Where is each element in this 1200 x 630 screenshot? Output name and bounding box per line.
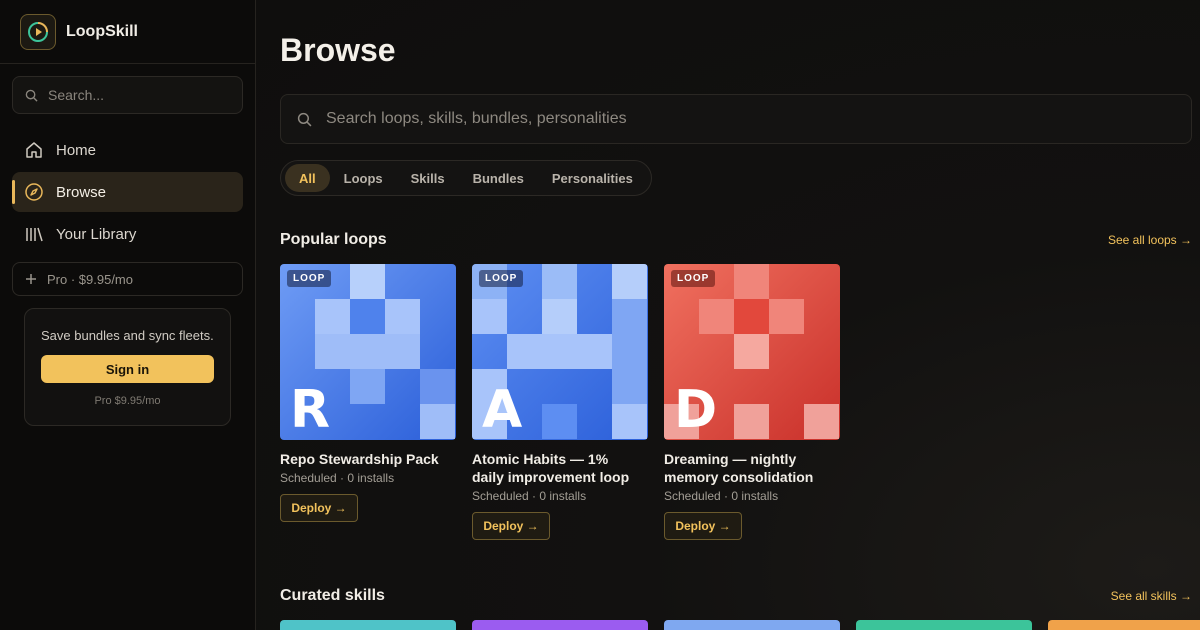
- skill-card-peek[interactable]: [1048, 620, 1200, 630]
- main-content: Browse All Loops Skills Bundles Personal…: [256, 0, 1200, 630]
- type-badge: LOOP: [671, 270, 716, 287]
- card-title-line: memory consolidation: [664, 469, 814, 485]
- card-title-line: Dreaming — nightly: [664, 451, 797, 467]
- mosaic-tile: [612, 369, 647, 404]
- mosaic-tile: [315, 299, 350, 334]
- deploy-button[interactable]: Deploy →: [280, 494, 358, 522]
- skill-card-peek[interactable]: [856, 620, 1032, 630]
- mosaic-tile: [350, 299, 385, 334]
- main-search-input[interactable]: [326, 110, 1126, 128]
- skill-card-peek[interactable]: [664, 620, 840, 630]
- mosaic-tile: [769, 299, 804, 334]
- card-title: Repo Stewardship Pack: [280, 450, 456, 468]
- filter-all[interactable]: All: [285, 164, 330, 192]
- sidebar-item-label: Your Library: [56, 225, 137, 243]
- see-all-loops-link[interactable]: See all loops →: [1108, 233, 1192, 247]
- skill-card-peek[interactable]: [472, 620, 648, 630]
- signin-card: Save bundles and sync fleets. Sign in Pr…: [24, 308, 231, 426]
- type-badge: LOOP: [479, 270, 524, 287]
- mosaic-tile: [734, 264, 769, 299]
- filter-tabs: All Loops Skills Bundles Personalities: [280, 160, 652, 196]
- mosaic-tile: [385, 334, 420, 369]
- signin-text: Save bundles and sync fleets.: [41, 328, 214, 343]
- mosaic-tile: [612, 334, 647, 369]
- skill-card-peek[interactable]: [280, 620, 456, 630]
- sidebar-search[interactable]: [12, 76, 243, 114]
- search-icon: [25, 89, 38, 102]
- card-meta: Scheduled · 0 installs: [664, 489, 779, 503]
- filter-personalities[interactable]: Personalities: [538, 164, 647, 192]
- mosaic-tile: [350, 334, 385, 369]
- mosaic-tile: [542, 334, 577, 369]
- sidebar-search-input[interactable]: [48, 87, 228, 103]
- mosaic-tile: [542, 404, 577, 439]
- page-title: Browse: [280, 32, 396, 68]
- section-title-curated-skills: Curated skills: [280, 587, 385, 604]
- sidebar-item-label: Browse: [56, 183, 107, 201]
- sidebar-item-browse[interactable]: Browse: [12, 172, 243, 212]
- section-title-popular-loops: Popular loops: [280, 231, 387, 248]
- brand[interactable]: LoopSkill: [20, 14, 138, 50]
- mosaic-tile: [734, 334, 769, 369]
- sidebar-item-label: Home: [56, 141, 97, 159]
- filter-bundles[interactable]: Bundles: [459, 164, 538, 192]
- mosaic-tile: [612, 299, 647, 334]
- card-title: Atomic Habits — 1% daily improvement loop: [472, 450, 648, 486]
- thumbnail-letter: A: [482, 380, 523, 440]
- loop-card[interactable]: LOOP A Atomic Habits — 1% daily improveme…: [472, 264, 648, 540]
- loop-card[interactable]: LOOP D Dreaming — nightly memory consolid…: [664, 264, 840, 540]
- signin-price: Pro $9.95/mo: [94, 395, 161, 407]
- search-icon: [297, 112, 312, 126]
- loop-thumbnail: LOOP D: [664, 264, 840, 440]
- mosaic-tile: [699, 299, 734, 334]
- sidebar-item-library[interactable]: Your Library: [12, 214, 243, 254]
- library-icon: [26, 227, 43, 242]
- card-title: Dreaming — nightly memory consolidation: [664, 450, 840, 486]
- pro-pill-label: Pro · $9.95/mo: [47, 271, 133, 287]
- card-title-line: Atomic Habits — 1%: [472, 451, 609, 467]
- mosaic-tile: [385, 299, 420, 334]
- type-badge: LOOP: [287, 270, 332, 287]
- sidebar-item-home[interactable]: Home: [12, 130, 243, 170]
- compass-icon: [25, 183, 43, 201]
- mosaic-tile: [577, 334, 612, 369]
- deploy-button[interactable]: Deploy →: [472, 512, 550, 540]
- mosaic-tile: [612, 404, 647, 439]
- mosaic-tile: [542, 299, 577, 334]
- brand-name: LoopSkill: [66, 23, 138, 40]
- logo-icon: [20, 14, 56, 50]
- mosaic-tile: [350, 264, 385, 299]
- card-meta: Scheduled · 0 installs: [472, 489, 587, 503]
- loop-thumbnail: LOOP R: [280, 264, 456, 440]
- plus-icon: [26, 274, 36, 284]
- loop-card[interactable]: LOOP R Repo Stewardship Pack Scheduled ·…: [280, 264, 456, 522]
- mosaic-tile: [734, 404, 769, 439]
- thumbnail-letter: D: [674, 380, 718, 440]
- mosaic-tile: [734, 299, 769, 334]
- filter-skills[interactable]: Skills: [397, 164, 459, 192]
- filter-loops[interactable]: Loops: [330, 164, 397, 192]
- card-meta: Scheduled · 0 installs: [280, 471, 395, 485]
- mosaic-tile: [420, 404, 455, 439]
- loop-thumbnail: LOOP A: [472, 264, 648, 440]
- card-title-line: daily improvement loop: [472, 469, 630, 485]
- mosaic-tile: [472, 299, 507, 334]
- mosaic-tile: [350, 369, 385, 404]
- mosaic-tile: [315, 334, 350, 369]
- see-all-skills-link[interactable]: See all skills →: [1111, 589, 1192, 603]
- deploy-button[interactable]: Deploy →: [664, 512, 742, 540]
- pro-upgrade-pill[interactable]: Pro · $9.95/mo: [12, 262, 243, 296]
- home-icon: [26, 142, 42, 158]
- mosaic-tile: [612, 264, 647, 299]
- main-search[interactable]: [280, 94, 1192, 144]
- sign-in-button[interactable]: Sign in: [41, 355, 214, 383]
- mosaic-tile: [542, 264, 577, 299]
- divider: [0, 63, 255, 64]
- mosaic-tile: [804, 404, 839, 439]
- thumbnail-letter: R: [290, 380, 331, 440]
- mosaic-tile: [420, 369, 455, 404]
- sidebar: LoopSkill Home Browse Your Library Pro ·…: [0, 0, 256, 630]
- card-title-line: Repo Stewardship Pack: [280, 451, 439, 467]
- mosaic-tile: [507, 334, 542, 369]
